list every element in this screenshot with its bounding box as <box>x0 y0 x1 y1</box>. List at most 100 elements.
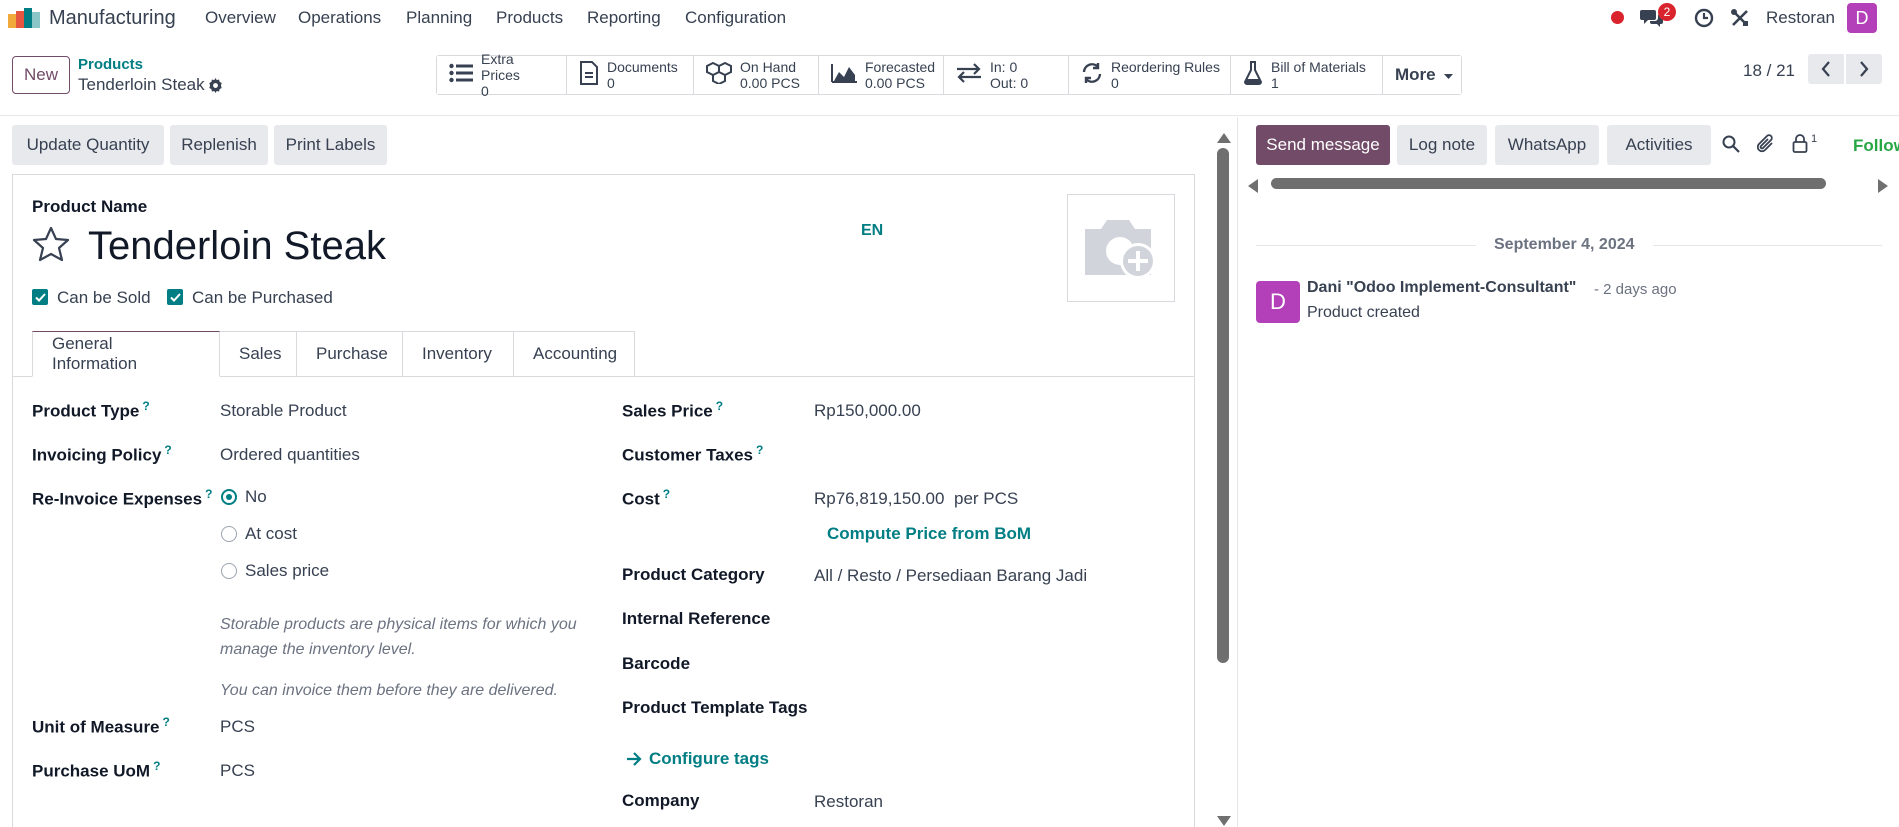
activities-button[interactable]: Activities <box>1607 125 1711 165</box>
breadcrumb-parent[interactable]: Products <box>78 56 143 73</box>
smart-button-forecasted[interactable]: Forecasted 0.00 PCS <box>819 56 944 94</box>
help-tooltip-icon[interactable]: ? <box>756 443 763 457</box>
tab-accounting[interactable]: Accounting <box>514 331 635 377</box>
flask-icon <box>1243 60 1263 90</box>
tab-inventory[interactable]: Inventory <box>403 331 514 377</box>
cost-label: Cost? <box>622 487 671 509</box>
new-button[interactable]: New <box>12 56 70 94</box>
unit-of-measure-select[interactable]: PCS <box>220 717 255 737</box>
gear-icon[interactable] <box>208 78 223 93</box>
tools-icon[interactable] <box>1730 8 1750 28</box>
app-name[interactable]: Manufacturing <box>49 7 176 30</box>
configure-tags-link[interactable]: Configure tags <box>649 749 769 769</box>
reinvoice-expenses-label: Re-Invoice Expenses? <box>32 487 213 509</box>
user-avatar[interactable]: D <box>1847 3 1877 33</box>
send-message-button[interactable]: Send message <box>1256 125 1390 165</box>
menu-overview[interactable]: Overview <box>205 8 276 28</box>
internal-reference-input[interactable] <box>814 608 1154 630</box>
scroll-left-arrow[interactable] <box>1248 178 1258 198</box>
menu-products[interactable]: Products <box>496 8 563 28</box>
help-tooltip-icon[interactable]: ? <box>716 399 723 413</box>
smart-button-in-out[interactable]: In: 0 Out: 0 <box>944 56 1069 94</box>
company-select[interactable]: Restoran <box>814 792 883 812</box>
follow-button[interactable]: Follow <box>1853 136 1899 156</box>
clock-icon[interactable] <box>1694 8 1714 28</box>
replenish-button[interactable]: Replenish <box>170 125 268 165</box>
compute-price-from-bom-button[interactable]: Compute Price from BoM <box>827 524 1031 544</box>
product-template-tags-input[interactable] <box>814 697 1154 719</box>
smart-value: 1 <box>1271 75 1279 91</box>
message-body: Product created <box>1307 304 1420 321</box>
barcode-input[interactable] <box>814 653 1154 675</box>
smart-button-reordering-rules[interactable]: Reordering Rules 0 <box>1069 56 1231 94</box>
smart-button-extra-prices[interactable]: Extra Prices 0 <box>437 51 567 99</box>
paperclip-icon[interactable] <box>1756 134 1775 159</box>
status-dot-icon[interactable] <box>1611 11 1624 24</box>
pager-value[interactable]: 18 / 21 <box>1743 61 1795 81</box>
smart-button-bill-of-materials[interactable]: Bill of Materials 1 <box>1231 56 1383 94</box>
company-switcher[interactable]: Restoran <box>1766 8 1835 28</box>
menu-operations[interactable]: Operations <box>298 8 381 28</box>
product-name-input[interactable]: Tenderloin Steak <box>88 224 386 269</box>
scroll-down-arrow[interactable] <box>1217 811 1231 827</box>
smart-button-documents[interactable]: Documents 0 <box>567 56 694 94</box>
invoicing-policy-select[interactable]: Ordered quantities <box>220 445 360 465</box>
app-logo-icon[interactable] <box>8 8 40 28</box>
print-labels-button[interactable]: Print Labels <box>274 125 387 165</box>
help-tooltip-icon[interactable]: ? <box>164 443 171 457</box>
favorite-star-icon[interactable] <box>32 226 70 262</box>
smart-value: Out: 0 <box>990 75 1029 91</box>
followers-lock-icon[interactable] <box>1792 134 1808 158</box>
tab-general-information[interactable]: General Information <box>32 331 220 377</box>
tab-sales[interactable]: Sales <box>220 331 297 377</box>
purchase-uom-select[interactable]: PCS <box>220 761 255 781</box>
menu-reporting[interactable]: Reporting <box>587 8 661 28</box>
tab-purchase[interactable]: Purchase <box>297 331 403 377</box>
product-category-select[interactable]: All / Resto / Persediaan Barang Jadi <box>814 566 1087 586</box>
pager-previous-button[interactable] <box>1808 54 1844 84</box>
caret-down-icon <box>1443 65 1453 85</box>
breadcrumb-current: Tenderloin Steak <box>78 75 205 94</box>
reinvoice-sales-price-radio[interactable] <box>221 563 237 579</box>
more-dropdown[interactable]: More <box>1383 56 1461 94</box>
scroll-up-arrow[interactable] <box>1217 128 1231 148</box>
product-template-tags-label: Product Template Tags <box>622 698 808 717</box>
list-icon <box>449 63 473 88</box>
help-tooltip-icon[interactable]: ? <box>163 715 170 729</box>
pager-next-button[interactable] <box>1846 54 1882 84</box>
product-type-select[interactable]: Storable Product <box>220 401 347 421</box>
reinvoice-sales-price-label: Sales price <box>245 561 330 580</box>
message-author[interactable]: Dani "Odoo Implement-Consultant" <box>1307 279 1576 297</box>
language-button[interactable]: EN <box>861 222 883 240</box>
menu-configuration[interactable]: Configuration <box>685 8 786 28</box>
scroll-right-arrow[interactable] <box>1878 178 1888 198</box>
product-category-label: Product Category <box>622 565 765 584</box>
smart-button-on-hand[interactable]: On Hand 0.00 PCS <box>694 56 819 94</box>
update-quantity-button[interactable]: Update Quantity <box>12 125 164 165</box>
help-tooltip-icon[interactable]: ? <box>153 759 160 773</box>
smart-buttons: Extra Prices 0 Documents 0 On Hand 0.00 PCS… <box>436 51 1462 99</box>
can-be-purchased-checkbox[interactable] <box>167 289 183 305</box>
reinvoice-no-radio[interactable] <box>221 489 237 505</box>
log-note-button[interactable]: Log note <box>1397 125 1487 165</box>
search-icon[interactable] <box>1722 135 1740 158</box>
chevron-left-icon <box>1821 61 1830 77</box>
help-tooltip-icon[interactable]: ? <box>205 487 212 501</box>
customer-taxes-input[interactable] <box>814 442 1154 464</box>
menu-planning[interactable]: Planning <box>406 8 472 28</box>
whatsapp-button[interactable]: WhatsApp <box>1495 125 1599 165</box>
message-author-avatar[interactable]: D <box>1256 281 1300 323</box>
cost-input[interactable]: Rp76,819,150.00 <box>814 489 944 509</box>
reinvoice-at-cost-radio[interactable] <box>221 526 237 542</box>
help-tooltip-icon[interactable]: ? <box>663 487 670 501</box>
sales-price-input[interactable]: Rp150,000.00 <box>814 401 921 421</box>
form-scrollbar[interactable] <box>1217 148 1229 663</box>
help-tooltip-icon[interactable]: ? <box>142 399 149 413</box>
smart-label: Forecasted <box>865 59 936 75</box>
smart-value: 0.00 PCS <box>740 75 800 91</box>
chatter-horizontal-scrollbar[interactable] <box>1271 178 1826 189</box>
document-icon <box>579 60 599 90</box>
product-image-placeholder[interactable] <box>1067 194 1175 302</box>
can-be-sold-checkbox[interactable] <box>32 289 48 305</box>
smart-value: 0.00 PCS <box>865 75 925 91</box>
